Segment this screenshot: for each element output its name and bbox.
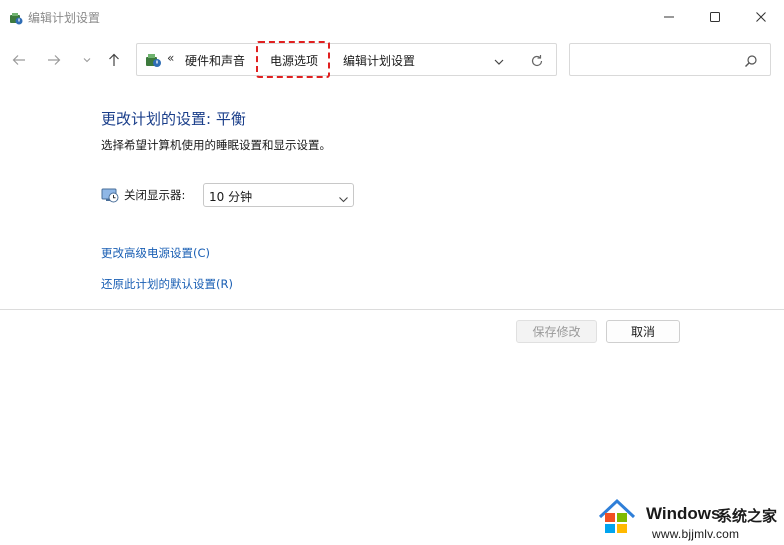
search-input[interactable] [569, 43, 771, 76]
search-icon[interactable] [744, 53, 758, 67]
watermark: Windows 系统之家 www.bjjmlv.com [594, 493, 784, 545]
close-button[interactable] [738, 0, 784, 34]
highlight-annotation [256, 41, 330, 78]
watermark-url: www.bjjmlv.com [652, 527, 740, 541]
arrow-left-icon [12, 55, 25, 65]
chevron-down-icon [494, 59, 504, 65]
maximize-icon [710, 12, 720, 22]
restore-default-settings-link[interactable]: 还原此计划的默认设置(R) [101, 276, 233, 292]
watermark-site-name: 系统之家 [717, 507, 778, 525]
breadcrumb-item-hardware-sound[interactable]: 硬件和声音 [185, 52, 245, 69]
breadcrumb-overflow[interactable]: « [167, 51, 174, 65]
breadcrumb-item-edit-plan-settings[interactable]: 编辑计划设置 [343, 52, 415, 69]
forward-button[interactable] [44, 50, 64, 70]
refresh-icon [531, 55, 543, 67]
minimize-icon [664, 16, 674, 18]
navigation-bar: « 硬件和声音 电源选项 编辑计划设置 [0, 38, 784, 82]
turn-off-display-label: 关闭显示器: [124, 188, 186, 202]
address-bar[interactable]: « 硬件和声音 电源选项 编辑计划设置 [136, 41, 557, 78]
watermark-brand: Windows [646, 504, 721, 523]
save-changes-button[interactable]: 保存修改 [516, 320, 597, 343]
close-icon [756, 12, 766, 22]
arrow-right-icon [48, 55, 61, 65]
window-title: 编辑计划设置 [28, 11, 101, 25]
chevron-down-icon [338, 190, 349, 203]
power-options-icon [8, 10, 24, 26]
turn-off-display-value: 10 分钟 [209, 190, 253, 204]
address-dropdown-button[interactable] [492, 54, 506, 68]
page-title: 更改计划的设置: 平衡 [101, 110, 246, 128]
back-button[interactable] [9, 50, 29, 70]
divider [0, 309, 784, 310]
monitor-clock-icon [101, 186, 119, 204]
refresh-button[interactable] [529, 53, 545, 69]
chevron-down-icon [83, 58, 91, 63]
change-advanced-power-settings-link[interactable]: 更改高级电源设置(C) [101, 245, 210, 261]
windows-logo-icon [596, 495, 638, 537]
cancel-button[interactable]: 取消 [606, 320, 680, 343]
turn-off-display-select[interactable]: 10 分钟 [203, 183, 354, 207]
recent-locations-button[interactable] [77, 50, 97, 70]
maximize-button[interactable] [692, 0, 738, 34]
page-description: 选择希望计算机使用的睡眠设置和显示设置。 [101, 138, 331, 152]
minimize-button[interactable] [646, 0, 692, 34]
control-panel-icon [144, 51, 162, 69]
up-button[interactable] [104, 50, 124, 70]
title-bar: 编辑计划设置 [0, 0, 784, 34]
arrow-up-icon [109, 53, 119, 66]
